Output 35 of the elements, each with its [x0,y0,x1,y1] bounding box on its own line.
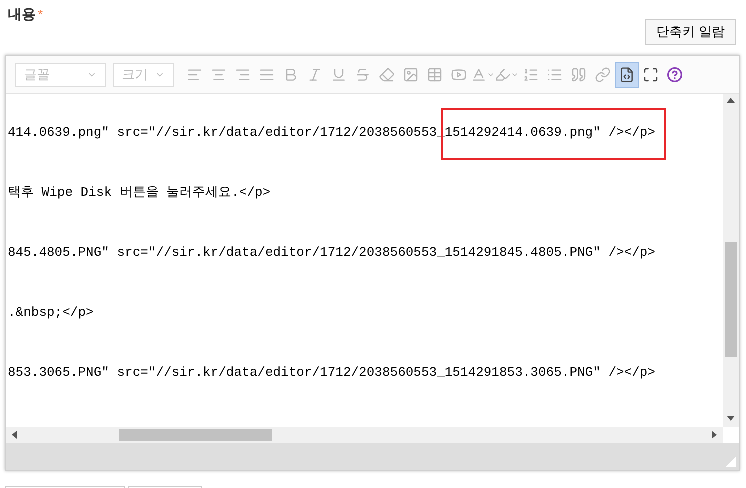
align-justify-icon [259,66,275,82]
horizontal-scrollbar[interactable] [6,427,723,443]
scrollbar-thumb[interactable] [119,429,272,441]
quote-icon [571,66,587,82]
required-mark: * [38,6,44,24]
code-line: 853.3065.PNG" src="//sir.kr/data/editor/1712/2038560553_1514291853.3065.PNG" /></p> [8,364,656,382]
fullscreen-icon [643,66,659,82]
italic-icon [307,66,323,82]
numbered-list-icon [523,66,539,82]
code-line: 845.4805.PNG" src="//sir.kr/data/editor/1712/2038560553_1514291845.4805.PNG" /></p> [8,244,656,262]
image-icon [403,66,419,82]
highlighter-icon [495,66,511,82]
bullet-list-icon [547,66,563,82]
source-code-icon [619,66,635,82]
resize-grip-icon[interactable] [726,457,736,467]
font-color-icon [471,66,487,82]
table-icon [427,66,443,82]
help-icon [667,66,683,82]
toolbar-button[interactable] [615,62,639,88]
scrollbar-thumb[interactable] [725,242,737,357]
align-left-icon [187,66,203,82]
shortcut-list-button[interactable]: 단축키 일람 [645,19,736,45]
code-line: .&nbsp;</p> [8,304,94,322]
scroll-down-icon[interactable] [727,416,735,421]
align-center-icon [211,66,227,82]
eraser-icon [379,66,395,82]
code-line: 택후 Wipe Disk 버튼을 눌러주세요.</p> [8,184,271,202]
align-right-icon [235,66,251,82]
scroll-up-icon[interactable] [727,98,735,103]
field-label: 내용 [8,5,36,24]
underline-icon [331,66,347,82]
link-icon [595,66,611,82]
strikethrough-icon [355,66,371,82]
video-icon [451,66,467,82]
vertical-scrollbar[interactable] [723,94,739,427]
